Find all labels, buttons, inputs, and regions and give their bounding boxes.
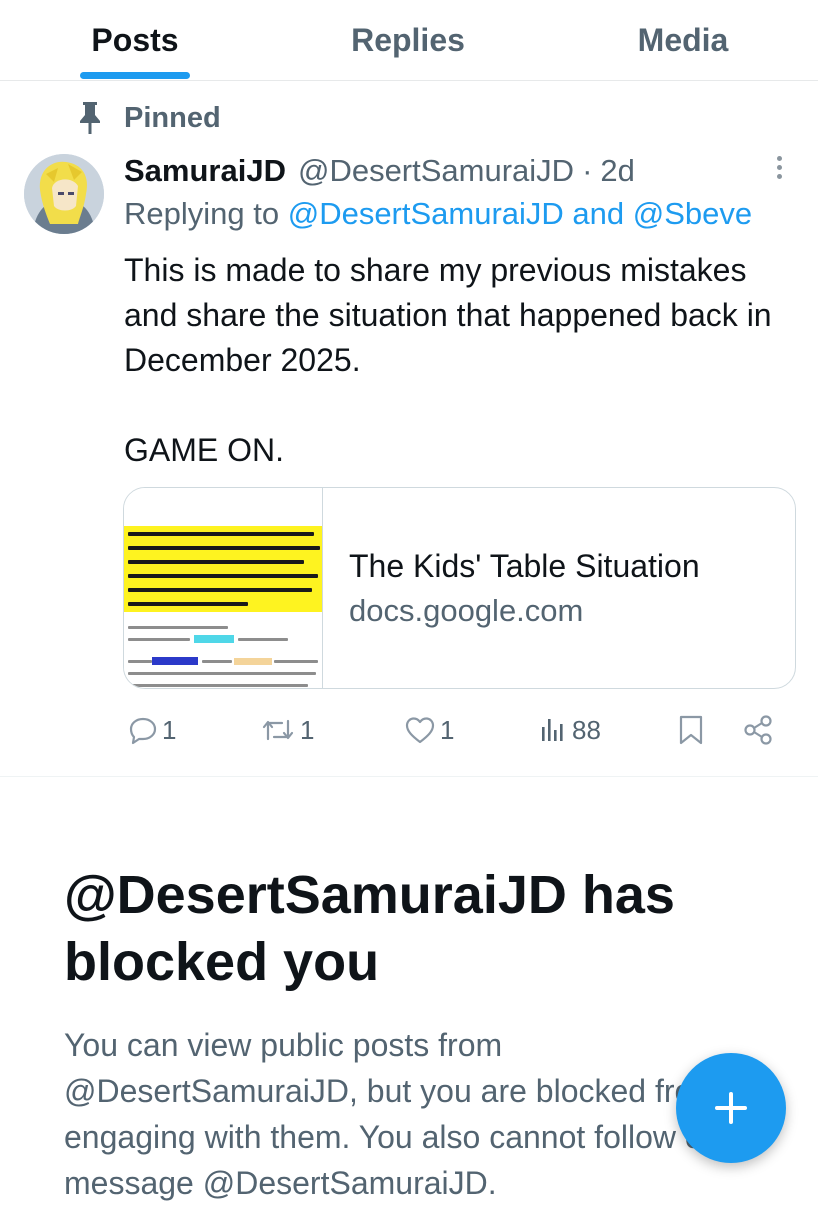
replying-to: Replying to @DesertSamuraiJD and @Sbeve bbox=[124, 196, 752, 232]
separator-dot: · bbox=[582, 153, 593, 188]
blocked-title: @DesertSamuraiJD has blocked you bbox=[64, 865, 675, 992]
divider bbox=[0, 776, 818, 777]
tab-media[interactable]: Media bbox=[610, 0, 756, 80]
tab-posts[interactable]: Posts bbox=[60, 0, 210, 80]
post-time[interactable]: 2d bbox=[600, 153, 634, 189]
views-icon bbox=[542, 719, 563, 741]
like-button[interactable]: 1 bbox=[404, 706, 454, 754]
reply-icon bbox=[129, 717, 157, 745]
more-icon[interactable] bbox=[770, 152, 788, 188]
replying-link[interactable]: @DesertSamuraiJD and @Sbeve bbox=[288, 196, 752, 231]
repost-count: 1 bbox=[300, 714, 315, 745]
tab-replies[interactable]: Replies bbox=[318, 0, 498, 80]
repost-icon bbox=[262, 719, 294, 741]
share-button[interactable] bbox=[742, 706, 774, 754]
avatar-image bbox=[24, 154, 104, 234]
views-count: 88 bbox=[572, 714, 601, 745]
like-icon bbox=[405, 717, 435, 744]
card-domain: docs.google.com bbox=[349, 592, 584, 628]
link-card[interactable]: The Kids' Table Situation docs.google.co… bbox=[123, 487, 796, 689]
profile-tabs: Posts Replies Media bbox=[0, 0, 818, 81]
post-text: This is made to share my previous mistak… bbox=[124, 252, 772, 468]
repost-button[interactable]: 1 bbox=[260, 706, 314, 754]
bookmark-button[interactable] bbox=[676, 706, 706, 754]
avatar[interactable] bbox=[24, 154, 104, 234]
author-handle[interactable]: @DesertSamuraiJD bbox=[298, 153, 574, 189]
like-count: 1 bbox=[440, 714, 455, 745]
replying-prefix: Replying to bbox=[124, 196, 280, 231]
bookmark-icon bbox=[679, 715, 703, 745]
post-actions: 1 1 1 88 bbox=[124, 706, 784, 754]
pinned-label: Pinned bbox=[124, 101, 221, 134]
card-info: The Kids' Table Situation docs.google.co… bbox=[323, 488, 795, 688]
reply-button[interactable]: 1 bbox=[128, 706, 176, 754]
card-thumbnail bbox=[124, 488, 323, 688]
active-tab-indicator bbox=[80, 72, 190, 79]
views-button[interactable]: 88 bbox=[538, 706, 601, 754]
pin-icon bbox=[80, 102, 100, 134]
post-header: SamuraiJD @DesertSamuraiJD · 2d bbox=[124, 150, 635, 192]
plus-icon bbox=[715, 1092, 747, 1124]
share-icon bbox=[744, 715, 772, 745]
compose-button[interactable] bbox=[676, 1053, 786, 1163]
author-name[interactable]: SamuraiJD bbox=[124, 153, 286, 189]
pinned-indicator: Pinned bbox=[76, 98, 221, 138]
reply-count: 1 bbox=[162, 714, 177, 745]
card-title: The Kids' Table Situation bbox=[349, 547, 700, 584]
